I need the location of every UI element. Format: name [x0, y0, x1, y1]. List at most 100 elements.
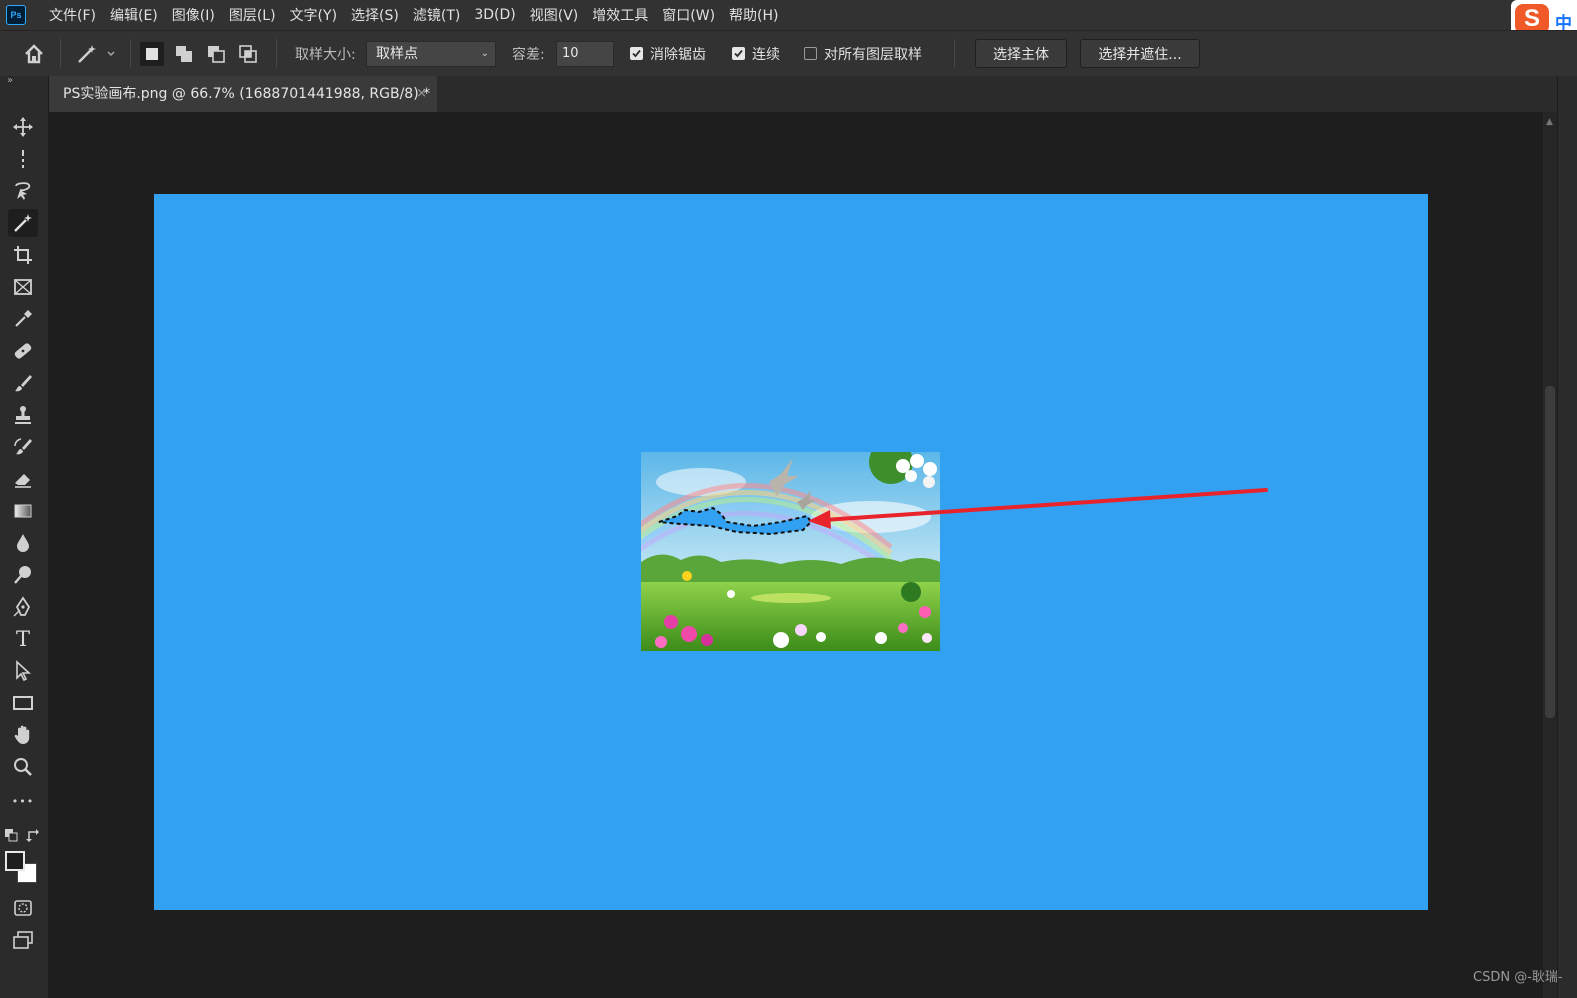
tool-preset-picker[interactable] [72, 41, 122, 67]
select-subject-button[interactable]: 选择主体 [975, 39, 1067, 68]
swap-colors-icon[interactable] [26, 828, 40, 842]
contiguous-label: 连续 [752, 47, 780, 63]
clone-stamp-tool[interactable] [8, 401, 38, 429]
new-selection-icon [146, 48, 158, 60]
menu-window[interactable]: 窗口(W) [655, 5, 722, 25]
ellipsis-icon: ••• [11, 794, 35, 808]
marquee-tool[interactable] [8, 145, 38, 173]
object-selection-icon [15, 182, 31, 200]
pen-tool[interactable] [8, 593, 38, 621]
watermark: CSDN @-耿瑞- [1473, 970, 1563, 985]
zoom-tool[interactable] [8, 753, 38, 781]
tolerance-label: 容差: [512, 47, 545, 63]
object-selection-tool[interactable] [8, 177, 38, 205]
vertical-scrollbar[interactable]: ▲ [1543, 112, 1557, 998]
document-tab-bar: PS实验画布.png @ 66.7% (1688701441988, RGB/8… [49, 76, 1557, 112]
anti-alias-label: 消除锯齿 [650, 47, 706, 63]
menu-image[interactable]: 图像(I) [165, 5, 222, 25]
healing-brush-tool[interactable] [8, 337, 38, 365]
toolbox: » T ••• [0, 75, 49, 998]
more-tools-button[interactable]: ••• [8, 787, 38, 815]
document-canvas[interactable] [154, 194, 1428, 910]
menu-help[interactable]: 帮助(H) [722, 5, 785, 25]
blur-tool[interactable] [8, 529, 38, 557]
separator [954, 39, 955, 68]
home-icon[interactable] [20, 41, 48, 67]
type-tool[interactable]: T [8, 625, 38, 653]
eyedropper-tool[interactable] [8, 305, 38, 333]
eraser-icon [15, 474, 31, 488]
separator [130, 39, 131, 68]
sample-all-layers-label: 对所有图层取样 [824, 47, 922, 63]
menu-edit[interactable]: 编辑(E) [103, 5, 165, 25]
document-tab-title: PS实验画布.png @ 66.7% (1688701441988, RGB/8… [63, 86, 431, 102]
intersect-selection-button[interactable] [236, 42, 260, 66]
crop-tool[interactable] [8, 241, 38, 269]
magnifier-icon [14, 758, 32, 776]
sample-size-label: 取样大小: [295, 47, 356, 63]
rectangle-tool[interactable] [8, 689, 38, 717]
collapsed-panel-dock[interactable] [1557, 76, 1577, 998]
bandage-icon [14, 343, 32, 359]
anti-alias-checkbox[interactable] [630, 47, 643, 60]
crop-icon [14, 246, 32, 264]
menu-view[interactable]: 视图(V) [523, 5, 586, 25]
move-icon [13, 117, 33, 137]
menu-3d[interactable]: 3D(D) [467, 7, 522, 23]
hand-icon [14, 725, 30, 744]
dodge-tool[interactable] [8, 561, 38, 589]
menu-bar: Ps 文件(F) 编辑(E) 图像(I) 图层(L) 文字(Y) 选择(S) 滤… [0, 0, 1577, 30]
type-icon: T [15, 627, 30, 651]
checkmark-icon [632, 49, 641, 58]
path-selection-tool[interactable] [8, 657, 38, 685]
menu-layer[interactable]: 图层(L) [222, 5, 283, 25]
intersect-selection-icon [239, 45, 257, 63]
sample-size-value: 取样点 [376, 46, 418, 62]
canvas-workspace[interactable] [49, 112, 1543, 998]
menu-filter[interactable]: 滤镜(T) [406, 5, 467, 25]
gradient-tool[interactable] [8, 497, 38, 525]
photoshop-logo: Ps [6, 5, 26, 25]
tolerance-input[interactable]: 10 [556, 41, 614, 67]
magic-wand-tool[interactable] [8, 209, 38, 237]
magic-wand-icon [14, 214, 32, 232]
sample-size-select[interactable]: 取样点 ⌄ [366, 41, 496, 67]
brush-icon [15, 375, 32, 392]
pen-icon [13, 596, 31, 617]
close-icon[interactable]: × [416, 76, 427, 112]
move-tool[interactable] [8, 113, 38, 141]
select-and-mask-button[interactable]: 选择并遮住... [1080, 39, 1200, 68]
scroll-up-icon[interactable]: ▲ [1546, 117, 1553, 127]
sample-all-layers-checkbox[interactable] [804, 47, 817, 60]
checkmark-icon [734, 49, 743, 58]
default-colors-icon[interactable] [4, 828, 18, 842]
foreground-color-swatch[interactable] [5, 851, 25, 871]
collapse-panel-icon[interactable]: » [7, 75, 13, 86]
menu-file[interactable]: 文件(F) [42, 5, 103, 25]
stamp-icon [15, 406, 31, 424]
brush-tool[interactable] [8, 369, 38, 397]
arrow-pointer-icon [16, 660, 32, 682]
menu-type[interactable]: 文字(Y) [283, 5, 344, 25]
quick-mask-icon [14, 900, 32, 916]
subtract-from-selection-button[interactable] [204, 42, 228, 66]
droplet-icon [17, 534, 29, 552]
scrollbar-thumb[interactable] [1545, 386, 1555, 718]
add-to-selection-button[interactable] [172, 42, 196, 66]
gradient-icon [14, 504, 32, 518]
hand-tool[interactable] [8, 721, 38, 749]
add-selection-icon [176, 46, 192, 62]
menu-plugins[interactable]: 增效工具 [585, 5, 655, 25]
new-selection-button[interactable] [140, 42, 164, 66]
document-tab[interactable]: PS实验画布.png @ 66.7% (1688701441988, RGB/8… [49, 76, 437, 112]
history-brush-tool[interactable] [8, 433, 38, 461]
frame-tool[interactable] [8, 273, 38, 301]
history-brush-icon [14, 438, 32, 455]
frame-icon [14, 279, 32, 295]
quick-mask-button[interactable] [8, 894, 38, 922]
eraser-tool[interactable] [8, 465, 38, 493]
eyedropper-icon [15, 310, 32, 327]
contiguous-checkbox[interactable] [732, 47, 745, 60]
screen-mode-button[interactable] [8, 926, 38, 954]
menu-select[interactable]: 选择(S) [344, 5, 406, 25]
